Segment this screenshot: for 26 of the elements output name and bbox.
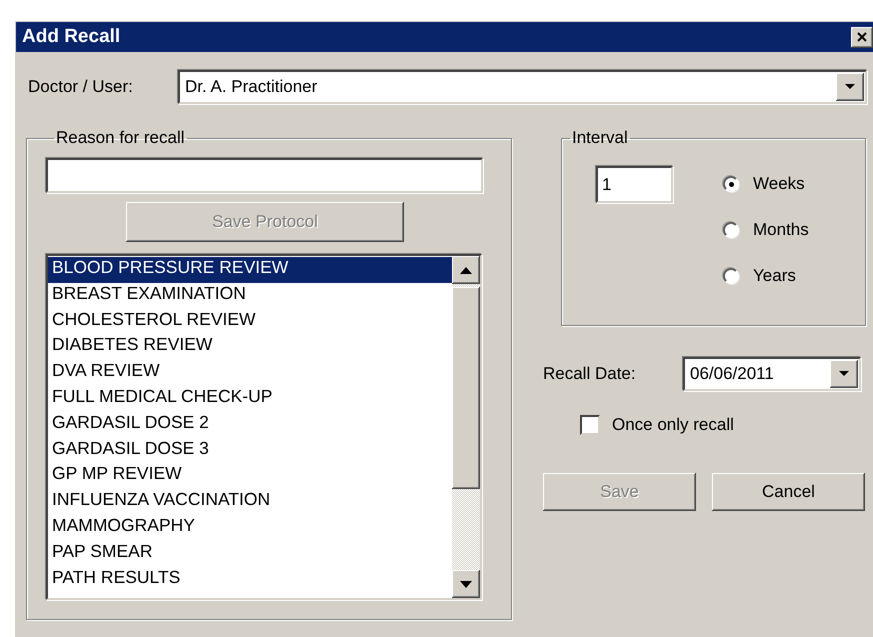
group-title: Reason for recall xyxy=(55,128,186,148)
list-item[interactable]: BLOOD PRESSURE REVIEW xyxy=(48,257,452,283)
list-item[interactable]: GARDASIL DOSE 2 xyxy=(48,412,452,438)
list-item[interactable]: GP MP REVIEW xyxy=(48,463,452,490)
date-picker[interactable]: 06/06/2011 xyxy=(683,357,861,391)
list-item[interactable]: CHOLESTEROL REVIEW xyxy=(48,308,452,334)
window-title: Add Recall xyxy=(22,26,120,48)
list-item[interactable]: PAP SMEAR xyxy=(48,540,452,567)
field-label: Recall Date: xyxy=(543,364,637,384)
list-item[interactable]: FULL MEDICAL CHECK-UP xyxy=(48,386,452,412)
list-item[interactable]: GARDASIL DOSE 3 xyxy=(48,438,452,464)
list-item[interactable]: INFLUENZA VACCINATION xyxy=(48,489,452,515)
list-item[interactable]: BREAST EXAMINATION xyxy=(48,282,452,309)
doctor-dropdown[interactable]: Dr. A. Practitioner xyxy=(178,70,867,104)
list-item[interactable]: MAMMOGRAPHY xyxy=(48,514,452,541)
radio-label: Months xyxy=(753,220,809,240)
list-item[interactable]: DIABETES REVIEW xyxy=(48,334,452,360)
field-label: Doctor / User: xyxy=(28,77,134,97)
radio-label: Weeks xyxy=(753,174,805,194)
list-item[interactable]: DVA REVIEW xyxy=(48,360,452,386)
dialog-button[interactable]: Cancel xyxy=(712,473,865,511)
checkbox-label: Once only recall xyxy=(612,415,734,435)
interval-field[interactable]: 1 xyxy=(596,166,673,203)
group-title: Interval xyxy=(571,128,629,148)
list-item[interactable]: PATH RESULTS xyxy=(48,566,452,592)
radio-label: Years xyxy=(753,266,796,286)
